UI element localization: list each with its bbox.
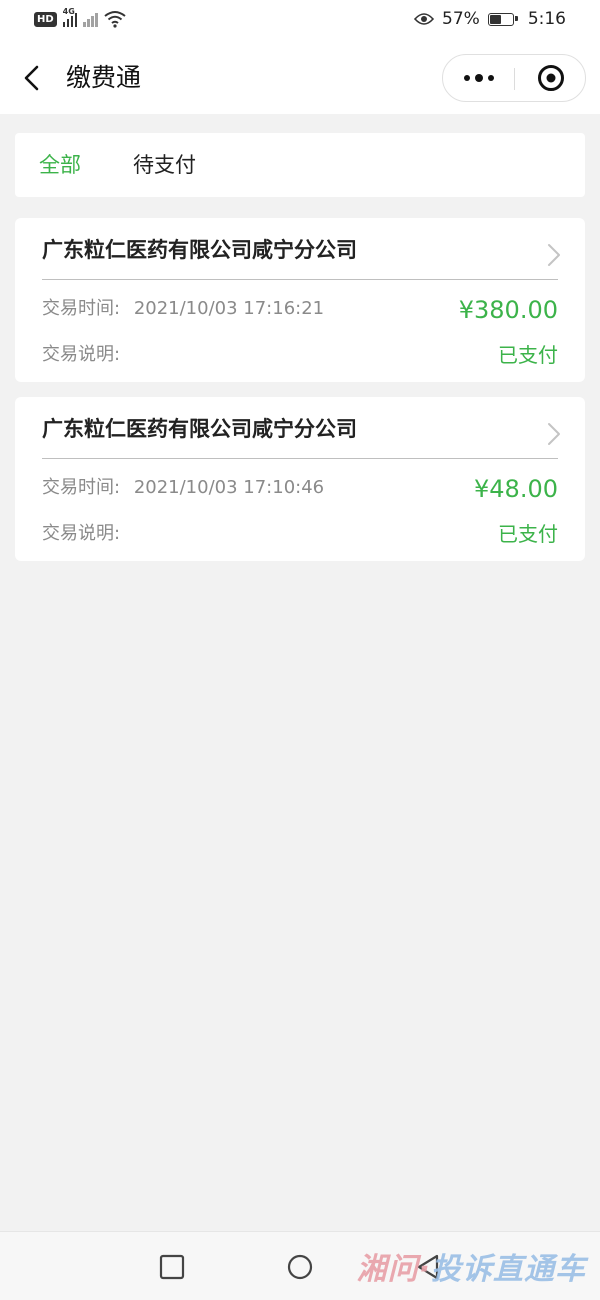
battery-percent: 57% [442,9,480,29]
merchant-name: 广东粒仁医药有限公司咸宁分公司 [42,417,357,441]
transaction-time-row: 交易时间: 2021/10/03 17:16:21 [42,297,324,321]
recent-apps-square-icon[interactable] [157,1252,187,1282]
battery-fill [489,14,501,24]
card-divider [42,458,558,459]
chevron-left-icon[interactable] [16,62,48,94]
system-navigation-bar: 湘问·投诉直通车 [0,1231,600,1300]
transaction-amount: ¥48.00 [474,475,558,503]
transaction-time: 2021/10/03 17:16:21 [133,298,325,319]
eye-icon [414,13,435,25]
watermark: 湘问·投诉直通车 [357,1250,586,1290]
status-left: HD 4G [34,7,126,28]
card-divider [42,279,558,280]
chevron-right-icon [548,244,560,266]
transaction-amount: ¥380.00 [458,296,558,324]
watermark-part2: 投诉直通车 [431,1252,586,1287]
more-dots-icon[interactable] [443,55,514,101]
mini-program-capsule [442,54,586,102]
tab-pending-payment[interactable]: 待支付 [133,151,196,179]
watermark-part1: 湘问· [356,1252,431,1287]
payment-status: 已支付 [498,522,558,546]
target-close-icon[interactable] [515,55,586,101]
hd-badge: HD [34,11,57,27]
home-circle-icon[interactable] [285,1252,315,1282]
transaction-desc-label: 交易说明: [42,523,121,544]
chevron-right-icon [548,423,560,445]
status-right: 57% 5:16 [414,9,566,29]
transaction-card[interactable]: 广东粒仁医药有限公司咸宁分公司 交易时间: 2021/10/03 17:10:4… [15,397,585,561]
transaction-desc-label: 交易说明: [42,344,121,365]
transaction-time-row: 交易时间: 2021/10/03 17:10:46 [42,476,324,500]
nav-bar: 缴费通 [0,42,600,114]
merchant-name: 广东粒仁医药有限公司咸宁分公司 [42,238,357,262]
filter-tabs: 全部 待支付 [15,133,585,197]
transaction-time-label: 交易时间: [42,477,121,498]
clock: 5:16 [527,9,566,29]
signal-icon: 4G [62,7,78,27]
network-tag: 4G [62,7,75,16]
status-bar: HD 4G 57% 5:16 [0,0,600,42]
payment-status: 已支付 [498,343,558,367]
wifi-icon [104,11,126,28]
tab-all[interactable]: 全部 [39,151,81,179]
transaction-time-label: 交易时间: [42,298,121,319]
page-title: 缴费通 [66,63,142,92]
transaction-card[interactable]: 广东粒仁医药有限公司咸宁分公司 交易时间: 2021/10/03 17:16:2… [15,218,585,382]
battery-icon [487,12,518,26]
signal-icon-secondary [83,11,98,27]
screen: HD 4G 57% 5:16 缴费通 全部 待支付 广东粒仁医药有限公司咸宁分公… [0,0,600,1300]
transaction-time: 2021/10/03 17:10:46 [133,477,325,498]
